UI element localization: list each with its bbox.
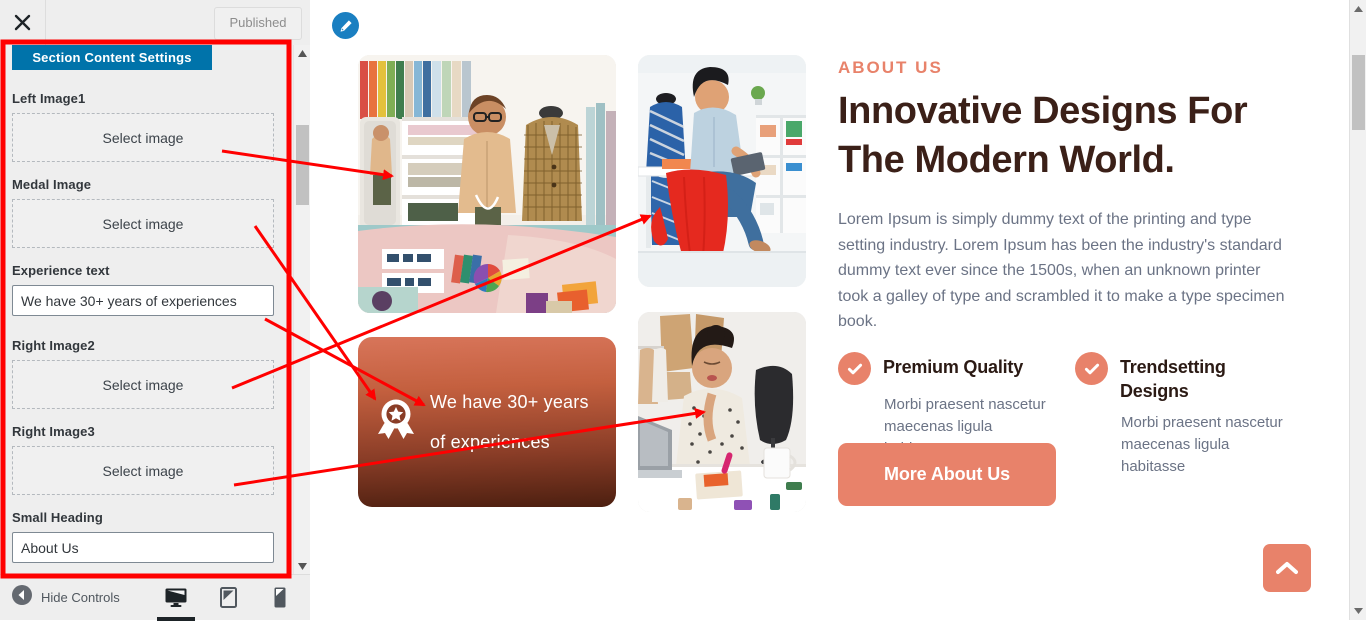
field-left-image1: Left Image1 Select image (12, 91, 274, 162)
about-body-text: Lorem Ipsum is simply dummy text of the … (838, 211, 1285, 330)
field-right-image3: Right Image3 Select image (12, 424, 274, 495)
customizer-scrollbar[interactable] (293, 45, 311, 575)
chevron-up-icon[interactable] (1263, 544, 1311, 592)
field-label-small-heading: Small Heading (12, 510, 103, 525)
device-tablet-icon[interactable] (216, 586, 240, 610)
field-label-right-image2: Right Image2 (12, 338, 95, 353)
select-image-button-medal-image[interactable]: Select image (12, 199, 274, 248)
field-label-medal-image: Medal Image (12, 177, 92, 192)
right-image3 (638, 312, 806, 512)
customizer-topbar: Published (0, 0, 310, 46)
window-scrollbar[interactable] (1349, 0, 1366, 620)
feature-item-trendsetting-designs: Trendsetting Designs Morbi praesent nasc… (1075, 352, 1290, 478)
small-heading-input[interactable]: About Us (12, 532, 274, 563)
field-medal-image: Medal Image Select image (12, 177, 274, 248)
more-about-us-button[interactable]: More About Us (838, 443, 1056, 506)
publish-button[interactable]: Published (214, 7, 302, 40)
collapse-left-icon (12, 585, 32, 610)
field-experience-text: Experience text We have 30+ years of exp… (12, 263, 274, 316)
about-text-column: ABOUT US Innovative Designs For The Mode… (838, 58, 1318, 335)
hide-controls-button[interactable]: Hide Controls (12, 575, 120, 620)
close-icon[interactable] (0, 0, 46, 45)
field-label-right-image3: Right Image3 (12, 424, 95, 439)
about-us-section: We have 30+ years of experiences ABOUT U… (310, 0, 1350, 620)
field-right-image2: Right Image2 Select image (12, 338, 274, 409)
customizer-panel: Published Section Content Settings Left … (0, 0, 311, 621)
scroll-down-arrow-icon[interactable] (1350, 604, 1366, 618)
customizer-footer: Hide Controls (0, 574, 310, 621)
device-desktop-icon[interactable] (157, 586, 195, 621)
small-heading-text: ABOUT US (838, 58, 943, 77)
experience-text-input[interactable]: We have 30+ years of experiences (12, 285, 274, 316)
customizer-scrollbar-thumb[interactable] (296, 125, 309, 205)
site-preview: We have 30+ years of experiences ABOUT U… (310, 0, 1350, 620)
field-small-heading: Small Heading About Us (12, 510, 274, 563)
check-circle-icon (838, 352, 871, 385)
right-image2 (638, 55, 806, 287)
feature-title: Premium Quality (883, 357, 1024, 377)
select-image-button-right-image3[interactable]: Select image (12, 446, 274, 495)
experience-card-text: We have 30+ years of experiences (430, 392, 589, 452)
pencil-edit-icon[interactable] (332, 12, 359, 39)
feature-title: Trendsetting Designs (1120, 357, 1226, 401)
feature-header: Premium Quality (838, 352, 1053, 385)
experience-card: We have 30+ years of experiences (358, 337, 616, 507)
scroll-up-arrow-icon[interactable] (294, 45, 311, 62)
check-circle-icon (1075, 352, 1108, 385)
select-image-button-right-image2[interactable]: Select image (12, 360, 274, 409)
device-mobile-icon[interactable] (268, 586, 292, 610)
feature-description: Morbi praesent nascetur maecenas ligula … (1121, 414, 1283, 475)
field-label-left-image1: Left Image1 (12, 91, 86, 106)
window-scrollbar-thumb[interactable] (1352, 55, 1365, 130)
section-content-settings-header[interactable]: Section Content Settings (12, 45, 212, 70)
device-preview-buttons (157, 575, 292, 621)
feature-header: Trendsetting Designs (1075, 352, 1290, 403)
select-image-button-left-image1[interactable]: Select image (12, 113, 274, 162)
customizer-controls-scroll: Section Content Settings Left Image1 Sel… (0, 45, 310, 575)
page-title: Innovative Designs For The Modern World. (838, 90, 1248, 181)
customizer-screen: Published Section Content Settings Left … (0, 0, 1366, 621)
field-label-experience-text: Experience text (12, 263, 110, 278)
left-image1 (358, 55, 616, 313)
medal-award-icon (376, 399, 416, 445)
scroll-up-arrow-icon[interactable] (1350, 2, 1366, 16)
scroll-down-arrow-icon[interactable] (294, 558, 311, 575)
hide-controls-label: Hide Controls (41, 590, 120, 605)
